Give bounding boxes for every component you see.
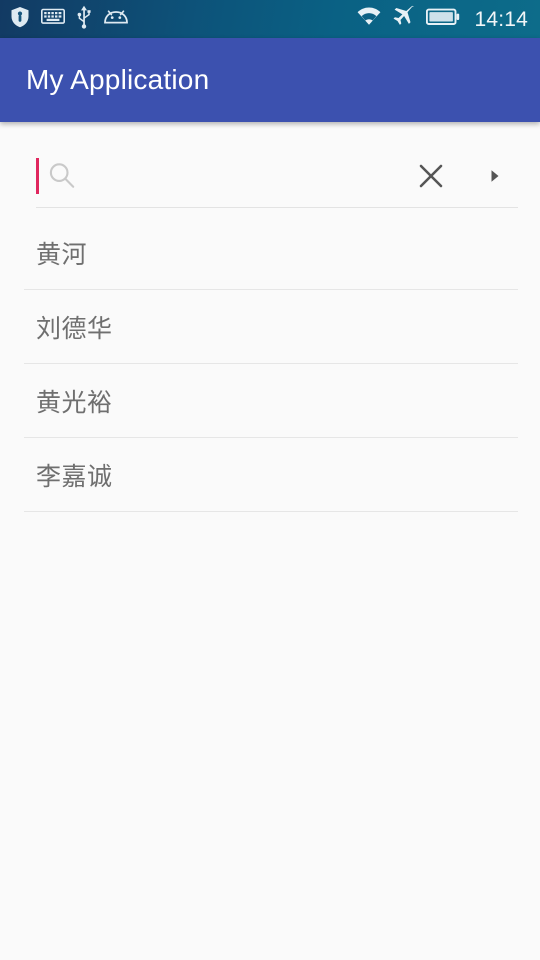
status-bar-right-icons: 14:14 — [357, 5, 528, 33]
app-bar: My Application — [0, 38, 540, 122]
wifi-icon — [357, 7, 381, 31]
keyboard-icon — [41, 8, 65, 31]
list-item[interactable]: 黄光裕 — [24, 364, 518, 437]
list-item-label: 黄河 — [36, 240, 88, 269]
list-item-label: 黄光裕 — [36, 388, 113, 417]
list-divider — [24, 511, 518, 512]
search-bar[interactable] — [36, 146, 518, 208]
status-bar: 14:14 — [0, 0, 540, 38]
page-title: My Application — [26, 64, 210, 95]
status-bar-clock: 14:14 — [474, 7, 528, 31]
search-underline — [36, 207, 518, 208]
play-arrow-icon[interactable] — [472, 153, 518, 199]
status-bar-left-icons — [10, 5, 129, 34]
close-icon[interactable] — [408, 153, 454, 199]
search-input[interactable] — [79, 146, 408, 206]
list-item-label: 李嘉诚 — [36, 462, 113, 491]
text-cursor — [36, 158, 39, 194]
list-item[interactable]: 刘德华 — [24, 290, 518, 363]
list-item[interactable]: 李嘉诚 — [24, 438, 518, 511]
suggestion-list: 黄河 刘德华 黄光裕 李嘉诚 — [0, 216, 540, 512]
usb-icon — [76, 5, 92, 34]
search-icon — [45, 159, 79, 193]
phone-screen: 14:14 My Application 黄河 刘德华 黄光裕 李嘉诚 — [0, 0, 540, 960]
airplane-mode-icon — [392, 5, 415, 33]
main-content: 黄河 刘德华 黄光裕 李嘉诚 — [0, 122, 540, 960]
list-item[interactable]: 黄河 — [24, 216, 518, 289]
battery-icon — [426, 8, 460, 31]
shield-alert-icon — [10, 6, 30, 33]
list-item-label: 刘德华 — [36, 314, 113, 343]
android-debug-icon — [103, 9, 129, 30]
